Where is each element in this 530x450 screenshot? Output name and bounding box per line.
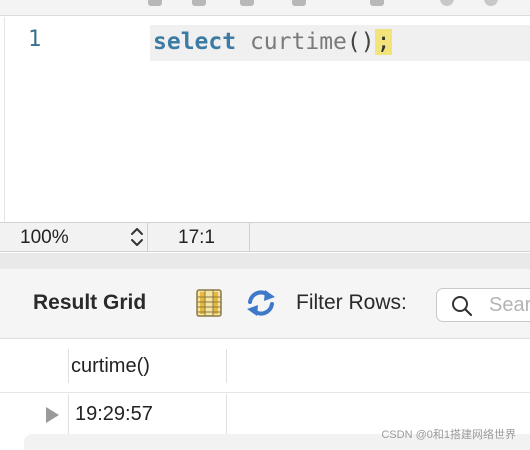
toolbar-button[interactable] xyxy=(240,0,254,6)
editor-status-bar: 100% 17:1 xyxy=(0,222,530,252)
toolbar-button[interactable] xyxy=(292,0,306,6)
gutter-border xyxy=(4,17,5,222)
search-icon xyxy=(452,296,473,317)
search-placeholder: Sear xyxy=(489,294,530,316)
filter-rows-input[interactable]: Sear xyxy=(436,288,530,322)
cursor-position: 17:1 xyxy=(148,223,250,252)
sql-keyword: select xyxy=(153,29,237,55)
editor-toolbar xyxy=(0,0,530,16)
toolbar-button[interactable] xyxy=(148,0,162,6)
column-separator[interactable] xyxy=(226,349,227,383)
filter-rows-label: Filter Rows: xyxy=(296,291,407,314)
toolbar-button[interactable] xyxy=(484,0,498,6)
refresh-icon[interactable] xyxy=(244,288,278,318)
panel-divider[interactable] xyxy=(0,253,530,269)
zoom-select[interactable]: 100% xyxy=(8,223,148,252)
column-separator xyxy=(68,349,69,383)
grid-header-row: curtime() xyxy=(0,339,530,393)
result-toolbar: Result Grid Filter Rows: Sear xyxy=(0,269,530,339)
sql-parens: () xyxy=(346,29,375,55)
toolbar-button[interactable] xyxy=(192,0,206,6)
cursor-position-value: 17:1 xyxy=(178,227,215,248)
stepper-icon[interactable] xyxy=(130,226,144,248)
toolbar-button[interactable] xyxy=(370,0,384,6)
sql-function: curtime xyxy=(249,29,347,55)
row-pointer-icon xyxy=(46,407,59,423)
sql-editor[interactable]: 1 select curtime(); xyxy=(0,17,530,222)
result-grid-title[interactable]: Result Grid xyxy=(33,291,146,315)
line-number: 1 xyxy=(28,27,42,52)
toolbar-button[interactable] xyxy=(440,0,454,6)
grid-view-icon[interactable] xyxy=(196,289,222,317)
column-header[interactable]: curtime() xyxy=(71,355,150,378)
zoom-value: 100% xyxy=(20,227,69,248)
sql-terminator: ; xyxy=(374,29,393,55)
table-cell[interactable]: 19:29:57 xyxy=(75,403,153,426)
watermark: CSDN @0和1搭建网络世界 xyxy=(381,429,516,441)
code-line[interactable]: select curtime(); xyxy=(153,27,393,57)
